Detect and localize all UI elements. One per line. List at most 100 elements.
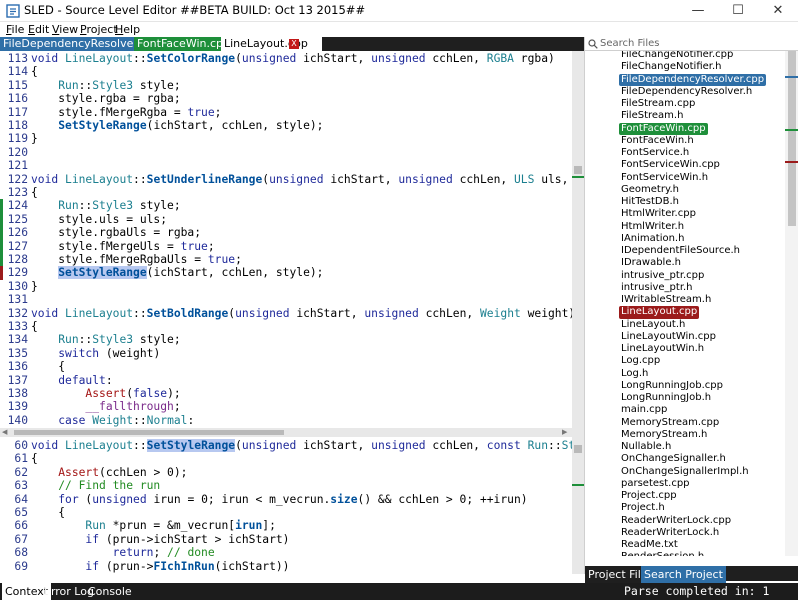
file-list-item[interactable]: LineLayoutWin.h [619, 343, 706, 355]
tab-linelayout[interactable]: LineLayout.cpp [221, 37, 322, 51]
code-text[interactable]: } [28, 280, 38, 293]
code-text[interactable]: default: [28, 374, 112, 387]
code-text[interactable]: // Find the run [28, 479, 160, 492]
file-list-item[interactable]: FontFaceWin.cpp [619, 122, 708, 135]
code-line[interactable]: 122 void LineLayout::SetUnderlineRange(un… [0, 173, 572, 186]
menu-project[interactable]: Project [80, 22, 118, 37]
file-list-item[interactable]: RenderSession.h [619, 551, 706, 556]
file-list-item[interactable]: ReadMe.txt [619, 539, 680, 551]
file-list-item[interactable]: ReaderWriterLock.cpp [619, 515, 733, 527]
code-text[interactable]: style.fMergeUls = true; [28, 240, 214, 253]
code-text[interactable]: if (prun->FIchInRun(ichStart)) [28, 560, 289, 573]
tab-console[interactable]: Console [85, 583, 135, 600]
file-list-scrollbar[interactable] [785, 51, 798, 556]
code-text[interactable]: Run *prun = &m_vecrun[irun]; [28, 519, 275, 532]
code-line[interactable]: 116 style.rgba = rgba; [0, 92, 181, 105]
tab-close-icon[interactable]: X [289, 39, 299, 49]
file-list-item[interactable]: OnChangeSignallerImpl.h [619, 466, 751, 478]
code-text[interactable]: style.fMergeRgba = true; [28, 106, 221, 119]
code-text[interactable]: return; // done [28, 546, 215, 559]
menu-file[interactable]: File [6, 22, 24, 37]
file-list-item[interactable]: FileDependencyResolver.h [619, 86, 754, 98]
file-list-item[interactable]: IDrawable.h [619, 257, 683, 269]
code-text[interactable]: case Weight::Normal: [28, 414, 194, 427]
code-line[interactable]: 118 SetStyleRange(ichStart, cchLen, styl… [0, 119, 324, 132]
code-line[interactable]: 126 style.rgbaUls = rgba; [0, 226, 201, 239]
code-line[interactable]: 117 style.fMergeRgba = true; [0, 106, 222, 119]
code-text[interactable]: SetStyleRange(ichStart, cchLen, style); [28, 266, 323, 280]
code-text[interactable]: { [28, 360, 65, 373]
code-line[interactable]: 137 default: [0, 374, 113, 387]
file-list-item[interactable]: IAnimation.h [619, 233, 686, 245]
code-text[interactable] [28, 293, 31, 306]
code-line[interactable]: 113 void LineLayout::SetColorRange(unsign… [0, 52, 555, 65]
code-line[interactable]: 67 if (prun->ichStart > ichStart) [0, 533, 289, 546]
code-text[interactable]: } [28, 132, 38, 145]
file-list-item[interactable]: FontService.h [619, 147, 691, 159]
editor-horizontal-scrollbar[interactable]: ◀ ▶ [0, 428, 572, 437]
file-list-item[interactable]: OnChangeSignaller.h [619, 453, 728, 465]
code-line[interactable]: 140 case Weight::Normal: [0, 414, 195, 427]
code-text[interactable]: void LineLayout::SetStyleRange(unsigned … [28, 439, 572, 452]
code-line[interactable]: 121 [0, 159, 31, 172]
code-line[interactable]: 127 style.fMergeUls = true; [0, 240, 215, 253]
code-text[interactable]: { [28, 65, 38, 78]
code-line[interactable]: 61{ [0, 452, 38, 465]
file-list-item[interactable]: main.cpp [619, 404, 669, 416]
vscroll-thumb-top[interactable] [574, 166, 582, 174]
code-text[interactable]: for (unsigned irun = 0; irun < m_vecrun.… [28, 493, 527, 506]
code-line[interactable]: 134 Run::Style3 style; [0, 333, 181, 346]
code-line[interactable]: 115 Run::Style3 style; [0, 79, 181, 92]
file-list-item[interactable]: IWritableStream.h [619, 294, 713, 306]
editor-vertical-scrollbar[interactable] [572, 51, 584, 574]
file-list-item[interactable]: FileStream.h [619, 110, 685, 122]
file-list-item[interactable]: LineLayout.cpp [619, 306, 700, 319]
code-editor-main[interactable]: 113 void LineLayout::SetColorRange(unsign… [0, 51, 572, 428]
code-line[interactable]: 114{ [0, 65, 38, 78]
file-list-item[interactable]: LongRunningJob.cpp [619, 380, 725, 392]
code-line[interactable]: 120 [0, 146, 31, 159]
tab-fontfacewin[interactable]: FontFaceWin.cpp [134, 37, 233, 51]
code-text[interactable] [28, 159, 31, 172]
code-text[interactable]: if (prun->ichStart > ichStart) [28, 533, 289, 546]
code-text[interactable]: { [28, 452, 38, 465]
file-list-item[interactable]: MemoryStream.h [619, 429, 709, 441]
file-list-item[interactable]: FileChangeNotifier.h [619, 61, 723, 73]
file-list-item[interactable]: Nullable.h [619, 441, 673, 453]
file-list-item[interactable]: HitTestDB.h [619, 196, 681, 208]
code-text[interactable]: SetStyleRange(ichStart, cchLen, style); [28, 119, 323, 132]
code-line[interactable]: 65 { [0, 506, 65, 519]
file-list-item[interactable]: FontServiceWin.h [619, 172, 710, 184]
menu-view[interactable]: View [52, 22, 78, 37]
code-line[interactable]: 136 { [0, 360, 65, 373]
code-text[interactable]: switch (weight) [28, 347, 160, 360]
code-line[interactable]: 135 switch (weight) [0, 347, 161, 360]
code-text[interactable]: style.rgba = rgba; [28, 92, 180, 105]
file-list-item[interactable]: Log.h [619, 368, 650, 380]
scroll-left-icon[interactable]: ◀ [2, 428, 7, 436]
file-list-item[interactable]: FileDependencyResolver.cpp [619, 73, 767, 86]
file-list-item[interactable]: FontFaceWin.h [619, 135, 696, 147]
code-text[interactable]: style.fMergeRgbaUls = true; [28, 253, 242, 266]
code-text[interactable]: style.rgbaUls = rgba; [28, 226, 201, 239]
code-line[interactable]: 132 void LineLayout::SetBoldRange(unsigne… [0, 307, 572, 320]
code-line[interactable]: 124 Run::Style3 style; [0, 199, 181, 212]
file-list-item[interactable]: FileStream.cpp [619, 98, 697, 110]
file-list-item[interactable]: HtmlWriter.h [619, 221, 686, 233]
code-line[interactable]: 62 Assert(cchLen > 0); [0, 466, 187, 479]
code-line[interactable]: 63 // Find the run [0, 479, 160, 492]
menu-help[interactable]: Help [115, 22, 140, 37]
code-line[interactable]: 119} [0, 132, 38, 145]
maximize-button[interactable]: ☐ [718, 0, 758, 22]
file-list-item[interactable]: Project.h [619, 502, 667, 514]
code-line[interactable]: 60 void LineLayout::SetStyleRange(unsigne… [0, 439, 572, 452]
code-text[interactable]: Assert(cchLen > 0); [28, 466, 187, 479]
file-list-item[interactable]: parsetest.cpp [619, 478, 692, 490]
file-list-item[interactable]: LineLayout.h [619, 319, 687, 331]
minimize-button[interactable]: — [678, 0, 718, 22]
file-list-item[interactable]: Log.cpp [619, 355, 662, 367]
file-list-item[interactable]: Geometry.h [619, 184, 681, 196]
code-text[interactable]: void LineLayout::SetBoldRange(unsigned i… [28, 307, 572, 320]
file-list-item[interactable]: LongRunningJob.h [619, 392, 713, 404]
hscroll-thumb[interactable] [14, 430, 284, 435]
